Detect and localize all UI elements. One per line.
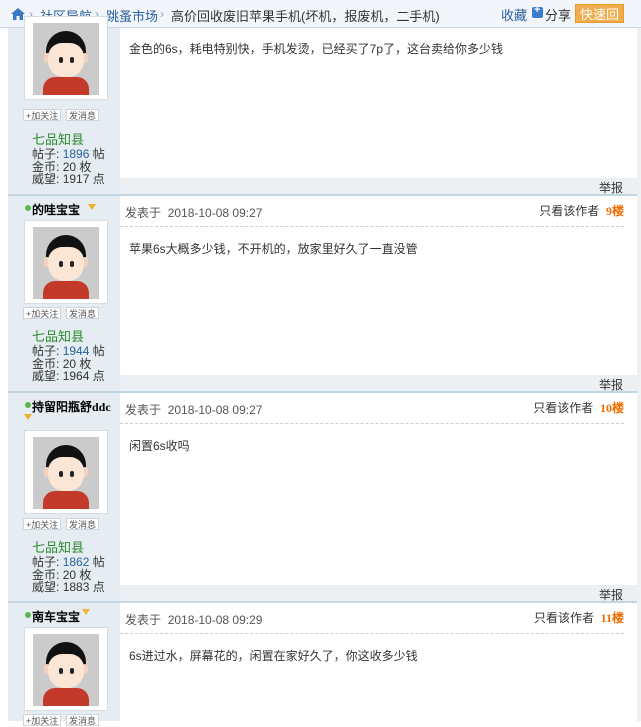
post-body: 发表于 2018-10-08 09:27 只看该作者 9楼 苹果6s大概多少钱，… [120, 196, 641, 392]
message-button[interactable]: 发消息 [66, 714, 100, 726]
thread-title: 高价回收废旧苹果手机(坏机，报废机，二手机) [171, 9, 440, 24]
message-button[interactable]: 发消息 [66, 307, 100, 319]
prestige-count: 威望: 1917 点 [32, 172, 105, 186]
header-divider [120, 423, 624, 424]
post-body: 金色的6s，耗电特别快，手机发烫，已经买了7p了，这台卖给你多少钱 举报 [120, 28, 641, 195]
favorite-button[interactable]: 收藏 [501, 5, 527, 24]
avatar-image [33, 634, 99, 706]
avatar[interactable] [24, 220, 108, 304]
username[interactable]: 持留阳瓶舒ddc [32, 398, 111, 415]
breadcrumb-flea-market[interactable]: 跳蚤市场 [106, 6, 158, 25]
user-rank: 七品知县 [32, 540, 85, 555]
post-timestamp: 发表于 2018-10-08 09:27 [125, 403, 263, 417]
floor-number[interactable]: 9楼 [606, 204, 624, 218]
post-count: 帖子: 1862 帖 [32, 555, 105, 569]
post-body: 发表于 2018-10-08 09:29 只看该作者 11楼 6s进过水，屏幕花… [120, 603, 624, 721]
post-content: 苹果6s大概多少钱，不开机的，放家里好久了一直没管 [129, 242, 418, 256]
post-header-right: 只看该作者 9楼 [539, 202, 624, 219]
author-sidebar: 持留阳瓶舒ddc +加关注 发消息 七品知县 帖子: 1862 帖 金币: 20… [8, 393, 120, 601]
post-content: 金色的6s，耗电特别快，手机发烫，已经买了7p了，这台卖给你多少钱 [129, 42, 504, 56]
username[interactable]: 南车宝宝 [32, 608, 80, 625]
avatar-image [33, 227, 99, 299]
author-sidebar: 的哇宝宝 +加关注 发消息 七品知县 帖子: 1944 帖 金币: 20 枚 威… [8, 196, 120, 391]
post-body: 发表于 2018-10-08 09:27 只看该作者 10楼 闲置6s收吗 举报 [120, 393, 641, 602]
post-count: 帖子: 1944 帖 [32, 344, 105, 358]
username[interactable]: 的哇宝宝 [32, 201, 80, 218]
gender-icon [88, 204, 96, 210]
share-icon[interactable] [532, 4, 543, 18]
post-floor-11: 南车宝宝 +加关注 发消息 发表于 2018-10-08 09:29 只看该作者… [0, 603, 641, 726]
quick-reply-button[interactable]: 快速回复 [575, 4, 624, 41]
share-button[interactable]: 分享 [545, 5, 571, 24]
avatar[interactable] [24, 430, 108, 514]
post-floor-9: 的哇宝宝 +加关注 发消息 七品知县 帖子: 1944 帖 金币: 20 枚 威… [0, 196, 641, 392]
post-floor-10: 持留阳瓶舒ddc +加关注 发消息 七品知县 帖子: 1862 帖 金币: 20… [0, 393, 641, 602]
breadcrumb-separator: › [160, 7, 164, 21]
prestige-count: 威望: 1964 点 [32, 369, 105, 383]
post-count: 帖子: 1896 帖 [32, 147, 105, 161]
prestige-count: 威望: 1883 点 [32, 580, 105, 594]
online-status-icon [25, 205, 31, 211]
post-footer: 举报 [120, 585, 641, 602]
post-footer: 举报 [120, 178, 641, 195]
post-content: 6s进过水，屏幕花的，闲置在家好久了，你这收多少钱 [129, 649, 418, 663]
post-header-right: 只看该作者 10楼 [533, 399, 624, 416]
post-floor-8: +加关注 发消息 七品知县 帖子: 1896 帖 金币: 20 枚 威望: 19… [0, 16, 641, 195]
only-author-link[interactable]: 只看该作者 [539, 204, 599, 218]
online-status-icon [25, 402, 31, 408]
follow-button[interactable]: +加关注 [23, 518, 62, 530]
author-sidebar: +加关注 发消息 七品知县 帖子: 1896 帖 金币: 20 枚 威望: 19… [8, 16, 120, 194]
avatar-image [33, 23, 99, 95]
follow-button[interactable]: +加关注 [23, 714, 62, 726]
only-author-link[interactable]: 只看该作者 [534, 611, 594, 625]
scrollbar[interactable] [637, 28, 641, 721]
author-sidebar: 南车宝宝 +加关注 发消息 [8, 603, 120, 726]
message-button[interactable]: 发消息 [66, 109, 100, 121]
online-status-icon [25, 612, 31, 618]
post-timestamp: 发表于 2018-10-08 09:29 [125, 613, 263, 627]
post-header-right: 只看该作者 11楼 [534, 609, 624, 626]
only-author-link[interactable]: 只看该作者 [533, 401, 593, 415]
message-button[interactable]: 发消息 [66, 518, 100, 530]
follow-button[interactable]: +加关注 [23, 109, 62, 121]
gender-icon [24, 414, 32, 420]
avatar-image [33, 437, 99, 509]
gender-icon [82, 609, 90, 615]
floor-number[interactable]: 10楼 [600, 401, 624, 415]
avatar[interactable] [24, 16, 108, 100]
header-divider [120, 633, 624, 634]
post-timestamp: 发表于 2018-10-08 09:27 [125, 206, 263, 220]
follow-button[interactable]: +加关注 [23, 307, 62, 319]
user-rank: 七品知县 [32, 329, 85, 344]
floor-number[interactable]: 11楼 [601, 611, 624, 625]
post-footer: 举报 [120, 375, 641, 392]
avatar[interactable] [24, 627, 108, 711]
post-content: 闲置6s收吗 [129, 439, 190, 453]
user-rank: 七品知县 [32, 132, 85, 147]
header-divider [120, 226, 624, 227]
